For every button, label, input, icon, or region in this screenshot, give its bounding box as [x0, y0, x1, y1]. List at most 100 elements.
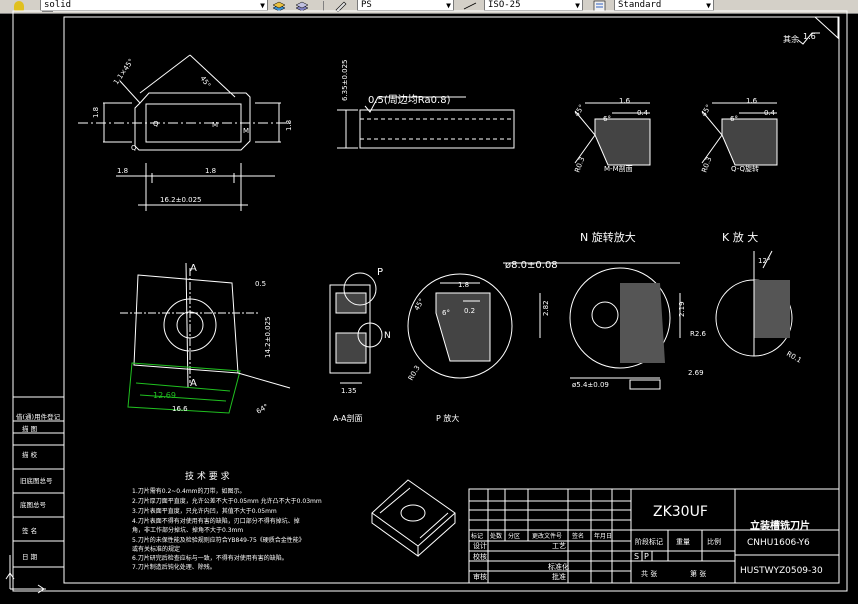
- drawing-canvas[interactable]: 其余 1.6 1.1×45° 45° 1.8 1.8 1.8 1.8 16.2±…: [0, 0, 858, 604]
- tb-r-standard: 标准化: [548, 562, 569, 571]
- mm-radius: R0.3: [573, 156, 586, 174]
- p-dim-b: 0.2: [464, 307, 475, 315]
- tb-code: HUSTWYZ0509-30: [740, 566, 823, 576]
- tech-line-6: 5.刀片的未保性能及检验规则应符合YB849-75《硬质合金性能》: [132, 536, 305, 544]
- tech-line-4: 4.刀片表面不得有对使用有害的缺陷，刃口部分不得有掉坑、掉: [132, 517, 300, 525]
- left-row-4: 底图总号: [20, 500, 47, 509]
- p-radius: R0.3: [407, 364, 422, 382]
- left-row-5: 签 名: [22, 526, 37, 535]
- top-label-q2: Q: [131, 144, 137, 152]
- left-row-3: 旧底图总号: [20, 476, 53, 485]
- isometric-view: [371, 479, 456, 557]
- top-bottom-right-dim: 1.8: [205, 167, 216, 175]
- tb-weight: 重量: [676, 538, 690, 546]
- tb-r-check: 校核: [473, 552, 487, 561]
- top-bottom-left-dim: 1.8: [117, 167, 128, 175]
- view-n-diameter: ø8.0±0.08: [505, 260, 558, 271]
- top-width-dim: 16.2±0.025: [160, 196, 202, 204]
- mm-dim-b: 0.4: [637, 109, 649, 117]
- qq-dim-b: 0.4: [764, 109, 776, 117]
- tech-line-1: 1.刀片需有0.2~0.4mm的刀带，如图示。: [132, 487, 246, 495]
- view-n-title: N 旋转放大: [580, 230, 636, 244]
- tech-line-5: 角，非工作部分掉坑、掉角不大于0.3mm: [132, 526, 243, 534]
- top-angle-2: 45°: [198, 75, 212, 90]
- tb-h-doc: 更改文件号: [532, 532, 562, 540]
- qq-radius: R0.3: [700, 156, 713, 174]
- side-surface-note: 0.5(周边均Ra0.8): [368, 94, 451, 106]
- view-n-hole: ø5.4±0.09: [572, 381, 609, 389]
- qq-angle-a: 45°: [700, 103, 713, 118]
- tb-stage-mark: 阶段标记: [635, 537, 663, 546]
- qq-angle-b: 6°: [730, 115, 738, 123]
- tb-p-letter: P: [644, 552, 649, 561]
- tech-line-3: 3.刀片表面平直度，只允许内凹，其值不大于0.05mm: [132, 507, 277, 515]
- left-row-6: 日 期: [22, 553, 38, 561]
- mm-angle-a: 45°: [573, 103, 586, 118]
- left-stamp-table: 借(通)用件登记 描 图 描 校 旧底图总号 底图总号 签 名 日 期: [12, 396, 65, 568]
- tech-title: 技 术 要 求: [185, 470, 230, 482]
- view-n-dim-left: 2.82: [542, 300, 550, 316]
- top-angle-1: 1.1×45°: [112, 57, 135, 86]
- view-k: K 放 大 12° R0.1: [715, 230, 803, 365]
- main-dim-top: 0.5: [255, 280, 266, 288]
- tb-total: 共 张: [641, 569, 657, 578]
- view-p: 1.8 0.2 45° 6° R0.3 P 放大: [407, 273, 513, 423]
- main-label-a-top: A: [190, 263, 197, 274]
- side-thickness-dim: 6.35±0.025: [341, 60, 349, 102]
- tb-h-zone: 分区: [508, 532, 520, 540]
- main-label-a-bottom: A: [190, 378, 197, 389]
- top-right-dim: 1.8: [285, 120, 293, 131]
- tb-sheet: 第 张: [690, 569, 706, 578]
- left-row-1: 描 图: [22, 424, 37, 433]
- main-angle: 64°: [255, 403, 270, 416]
- view-k-radius: R0.1: [785, 350, 803, 365]
- p-caption: P 放大: [436, 413, 459, 423]
- section-aa: P N 1.35 A-A剖面: [329, 267, 391, 423]
- view-n-dim-right: 2.19: [678, 301, 686, 317]
- side-view: 6.35±0.025 0.5(周边均Ra0.8): [337, 60, 515, 149]
- mm-angle-b: 6°: [603, 115, 611, 123]
- p-dim-a: 1.8: [458, 281, 469, 289]
- mm-caption: M-M剖面: [604, 164, 633, 173]
- tb-h-sign: 签名: [572, 532, 584, 540]
- view-k-angle: 12°: [758, 257, 770, 265]
- top-label-m2: M: [243, 127, 249, 135]
- aa-label-p: P: [377, 267, 383, 278]
- aa-dim: 1.35: [341, 387, 357, 395]
- view-n-dim-bottom: 2.69: [688, 369, 704, 377]
- view-k-title: K 放 大: [722, 230, 758, 244]
- tech-line-9: 7.刀片制造后钝化处理、除残。: [132, 563, 216, 571]
- top-view: 1.1×45° 45° 1.8 1.8 1.8 1.8 16.2±0.025 Q…: [78, 54, 293, 211]
- tb-h-date: 年月日: [594, 532, 612, 540]
- qq-dim-a: 1.6: [746, 97, 758, 105]
- left-row-2: 描 校: [22, 450, 38, 459]
- top-left-dim: 1.8: [92, 107, 100, 118]
- tb-name-2: CNHU1606-Y6: [747, 538, 810, 548]
- main-dim-side: 14.2±0.025: [264, 317, 272, 359]
- main-view: A A 0.5 14.2±0.025 12.69 16.6 64°: [120, 262, 291, 416]
- top-label-m: M: [212, 121, 218, 129]
- roughness-note: 其余: [783, 34, 799, 44]
- title-block: ZK30UF 立装槽铣刀片 CNHU1606-Y6 HUSTWYZ0509-30…: [468, 488, 840, 584]
- tech-line-7: 或有关标准的规定: [132, 545, 180, 553]
- tb-r-process: 工艺: [552, 542, 566, 550]
- tech-requirements: 技 术 要 求 1.刀片需有0.2~0.4mm的刀带，如图示。 2.刀片厚刀面平…: [132, 470, 322, 571]
- tech-line-8: 6.刀片研完后检查应标与一致，不得有对使用有害的缺陷。: [132, 554, 288, 562]
- tb-r-approve: 批准: [552, 572, 566, 581]
- view-n: N 旋转放大 ø8.0±0.08 2.82 2.19 2.69 R2.6 ø5.…: [503, 230, 707, 390]
- view-n-radius: R2.6: [690, 330, 707, 338]
- p-angle-b: 6°: [442, 309, 450, 317]
- section-qq: 1.6 0.4 45° 6° R0.3 Q-Q旋转: [700, 97, 778, 174]
- aa-caption: A-A剖面: [333, 413, 362, 423]
- tb-r-review: 审核: [473, 572, 487, 581]
- tb-model: ZK30UF: [653, 504, 708, 520]
- tech-line-2: 2.刀片厚刀面平直度，允许公差不大于0.05mm 允许凸不大于0.03mm: [132, 497, 322, 505]
- top-label-q: Q: [153, 120, 159, 128]
- tb-h-mark: 标记: [471, 532, 483, 540]
- mm-dim-a: 1.6: [619, 97, 631, 105]
- main-dim-bottom-2: 16.6: [172, 405, 188, 413]
- aa-label-n: N: [384, 331, 391, 341]
- main-dim-bottom-1: 12.69: [153, 391, 176, 400]
- tb-name-1: 立装槽铣刀片: [750, 519, 810, 532]
- section-mm: 1.6 0.4 45° 6° R0.3 M-M剖面: [573, 97, 651, 174]
